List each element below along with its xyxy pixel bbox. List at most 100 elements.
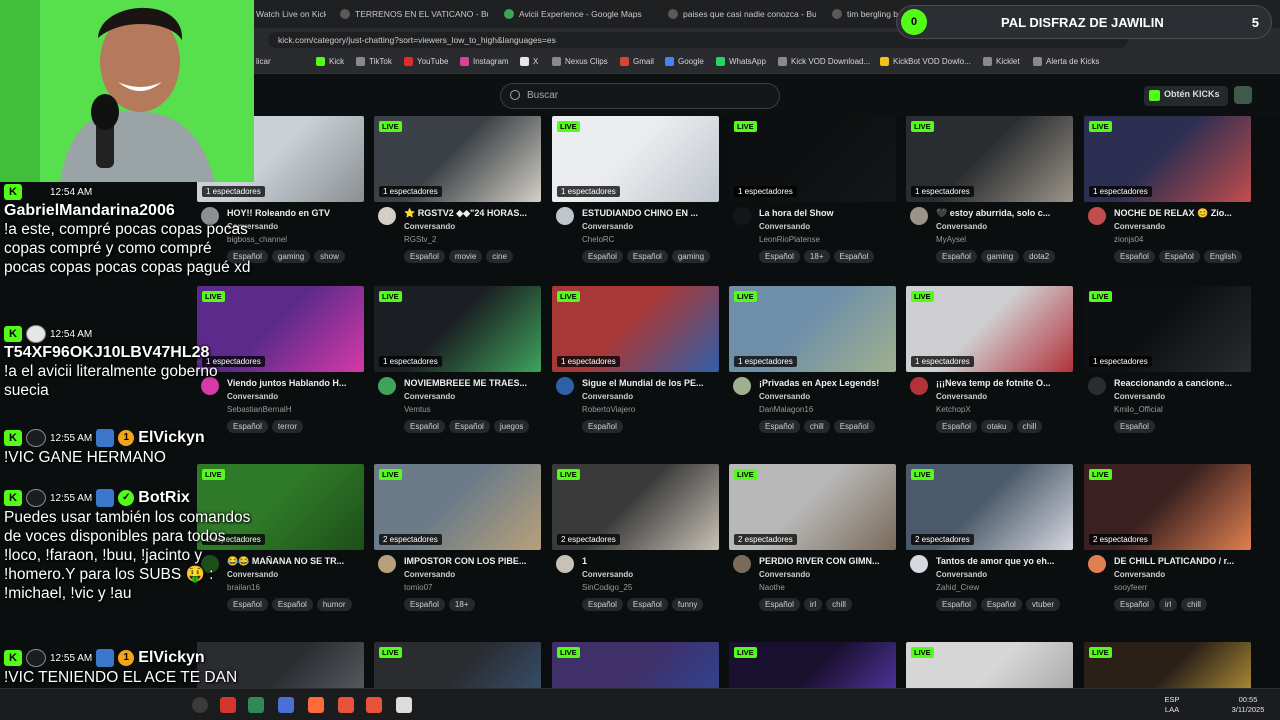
stream-tag[interactable]: otaku — [980, 420, 1013, 433]
stream-category[interactable]: Conversando — [936, 392, 987, 401]
channel-name[interactable]: tomio07 — [404, 583, 432, 592]
stream-card[interactable]: LIVE 1 espectadores Sigue el Mundial de lo… — [552, 286, 719, 436]
stream-thumbnail[interactable]: LIVE 1 espectadores — [374, 116, 541, 202]
stream-title[interactable]: ¡¡¡Neva temp de fotnite O... — [936, 378, 1073, 388]
app-icon[interactable] — [278, 697, 294, 713]
stream-card[interactable]: LIVE 1 espectadores NOCHE DE RELAX 😊 Zio..… — [1084, 116, 1251, 266]
chat-username[interactable]: BotRix — [138, 489, 190, 507]
brave-browser-icon[interactable] — [338, 697, 354, 713]
bookmark-whatsapp[interactable]: WhatsApp — [716, 57, 766, 66]
channel-avatar[interactable] — [378, 555, 396, 573]
stream-tag[interactable]: chill — [803, 420, 830, 433]
stream-category[interactable]: Conversando — [582, 392, 633, 401]
channel-name[interactable]: sooyfeerr — [1114, 583, 1147, 592]
tab-vaticano[interactable]: TERRENOS EN EL VATICANO - Buscar — [340, 5, 488, 23]
stream-title[interactable]: Tantos de amor que yo eh... — [936, 556, 1073, 566]
stream-tag[interactable]: funny — [671, 598, 704, 611]
stream-thumbnail[interactable]: LIVE 1 espectadores — [1084, 116, 1251, 202]
user-avatar[interactable] — [1234, 86, 1252, 104]
channel-avatar[interactable] — [910, 377, 928, 395]
stream-tag[interactable]: irl — [1158, 598, 1178, 611]
stream-title[interactable]: Reaccionando a cancione... — [1114, 378, 1251, 388]
stream-tag[interactable]: Español — [271, 598, 313, 611]
stream-tag[interactable]: gaming — [271, 250, 311, 263]
stream-title[interactable]: NOVIEMBREEE ME TRAES... — [404, 378, 541, 388]
stream-title[interactable]: La hora del Show — [759, 208, 896, 218]
stream-thumbnail[interactable]: LIVE 2 espectadores — [906, 464, 1073, 550]
stream-card[interactable]: LIVE 1 espectadores La hora del Show Conver… — [729, 116, 896, 266]
bookmark-kicklet[interactable]: Kicklet — [983, 57, 1020, 66]
stream-tag[interactable]: Español — [448, 420, 490, 433]
stream-card[interactable]: LIVE 1 espectadores ¡¡¡Neva temp de fotnit… — [906, 286, 1073, 436]
channel-avatar[interactable] — [910, 555, 928, 573]
stream-thumbnail[interactable]: LIVE 1 espectadores — [906, 286, 1073, 372]
stream-tag[interactable]: Español — [404, 420, 445, 433]
bookmark-google[interactable]: Google — [665, 57, 704, 66]
search-input[interactable]: Buscar — [500, 83, 780, 109]
stream-tag[interactable]: chill — [826, 598, 852, 611]
channel-avatar[interactable] — [378, 207, 396, 225]
stream-category[interactable]: Conversando — [404, 392, 455, 401]
stream-card[interactable]: LIVE 1 espectadores NOVIEMBREEE ME TRAES..… — [374, 286, 541, 436]
channel-avatar[interactable] — [556, 207, 574, 225]
stream-card[interactable]: LIVE 2 espectadores IMPOSTOR CON LOS PIBE.… — [374, 464, 541, 614]
channel-avatar[interactable] — [1088, 555, 1106, 573]
stream-card[interactable]: LIVE 1 espectadores Reaccionando a cancion… — [1084, 286, 1251, 436]
stream-tag[interactable]: cine — [486, 250, 513, 263]
stream-tag[interactable]: dota2 — [1023, 250, 1056, 263]
stream-tag[interactable]: Español — [404, 598, 445, 611]
stream-tag[interactable]: Español — [759, 598, 800, 611]
bookmark-youtube[interactable]: YouTube — [404, 57, 448, 66]
stream-card[interactable]: LIVE 2 espectadores Tantos de amor que yo … — [906, 464, 1073, 614]
get-kicks-button[interactable]: Obtén KICKs — [1144, 86, 1228, 106]
stream-tag[interactable]: show — [314, 250, 345, 263]
language-indicator[interactable]: ESP LAA — [1160, 695, 1184, 715]
stream-card[interactable]: LIVE — [906, 642, 1073, 720]
stream-tag[interactable]: Español — [936, 598, 977, 611]
stream-tag[interactable]: Español — [1114, 250, 1155, 263]
stream-card[interactable]: LIVE — [374, 642, 541, 720]
channel-avatar[interactable] — [1088, 377, 1106, 395]
stream-tag[interactable]: Español — [759, 420, 800, 433]
stream-title[interactable]: Sigue el Mundial de los PE... — [582, 378, 719, 388]
stream-thumbnail[interactable]: LIVE 1 espectadores — [906, 116, 1073, 202]
stream-tag[interactable]: humor — [316, 598, 352, 611]
stream-card[interactable]: LIVE 2 espectadores PERDIO RIVER CON GIMN.… — [729, 464, 896, 614]
chat-username[interactable]: ElVickyn — [138, 429, 204, 447]
bookmark-tiktok[interactable]: TikTok — [356, 57, 392, 66]
stream-tag[interactable]: Español — [404, 250, 445, 263]
stream-category[interactable]: Conversando — [936, 222, 987, 231]
stream-thumbnail[interactable]: LIVE 2 espectadores — [1084, 464, 1251, 550]
stream-title[interactable]: ¡Privadas en Apex Legends! — [759, 378, 896, 388]
stream-title[interactable]: DE CHILL PLATICANDO / r... — [1114, 556, 1251, 566]
tab-paises[interactable]: paises que casi nadie conozca - Buscar — [668, 5, 816, 23]
stream-title[interactable]: NOCHE DE RELAX 😊 Zio... — [1114, 208, 1251, 219]
stream-tag[interactable]: chill — [1181, 598, 1207, 611]
file-icon[interactable] — [396, 697, 412, 713]
stream-thumbnail[interactable]: LIVE 1 espectadores — [552, 116, 719, 202]
stream-tag[interactable]: Español — [759, 250, 800, 263]
channel-name[interactable]: LeonRioPlatense — [759, 235, 820, 244]
stream-tag[interactable]: Español — [626, 250, 668, 263]
app-icon[interactable] — [248, 697, 264, 713]
stream-tag[interactable]: Español — [1114, 598, 1155, 611]
channel-avatar[interactable] — [378, 377, 396, 395]
channel-avatar[interactable] — [733, 207, 751, 225]
stream-tag[interactable]: Español — [980, 598, 1022, 611]
channel-avatar[interactable] — [733, 377, 751, 395]
stream-tag[interactable]: Español — [1114, 420, 1155, 433]
stream-tag[interactable]: English — [1203, 250, 1243, 263]
stream-tag[interactable]: Español — [582, 250, 623, 263]
stream-category[interactable]: Conversando — [1114, 392, 1165, 401]
channel-name[interactable]: Kmilo_Official — [1114, 405, 1163, 414]
channel-name[interactable]: RobertoViajero — [582, 405, 635, 414]
stream-title[interactable]: ESTUDIANDO CHINO EN ... — [582, 208, 719, 218]
stream-category[interactable]: Conversando — [1114, 222, 1165, 231]
stream-category[interactable]: Conversando — [404, 570, 455, 579]
bookmark-kickbot-vod[interactable]: KickBot VOD Dowlo... — [880, 57, 971, 66]
channel-name[interactable]: DanMalagon16 — [759, 405, 813, 414]
stream-tag[interactable]: vtuber — [1025, 598, 1061, 611]
app-icon[interactable] — [192, 697, 208, 713]
stream-tag[interactable]: gaming — [980, 250, 1020, 263]
stream-tag[interactable]: Español — [936, 250, 977, 263]
